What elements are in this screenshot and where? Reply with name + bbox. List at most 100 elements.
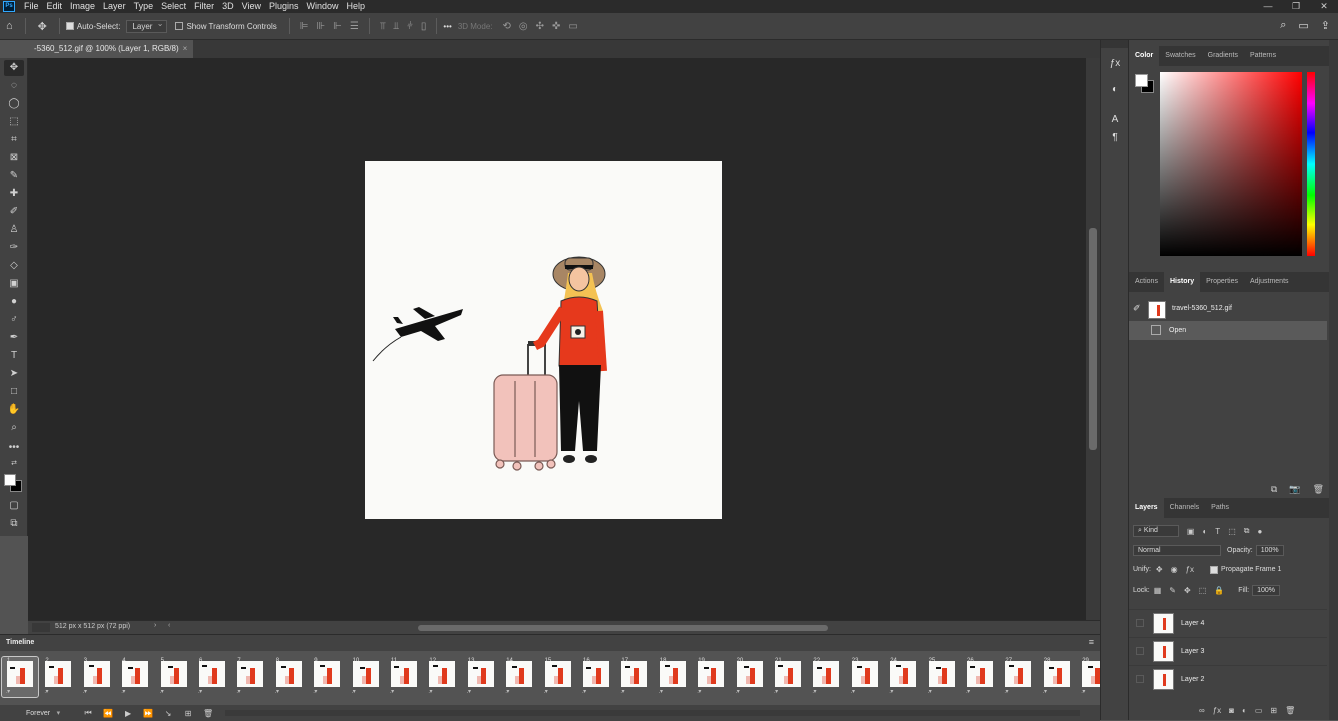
eyedropper-tool-icon[interactable]: ✎: [4, 168, 24, 184]
frame-delay-dropdown[interactable]: .▾: [313, 688, 317, 695]
timeline-frame[interactable]: 26.▾: [962, 657, 998, 697]
new-layer-icon[interactable]: ⊞: [1270, 706, 1277, 715]
frame-delay-dropdown[interactable]: .▾: [582, 688, 586, 695]
3d-slide-icon[interactable]: ✜: [552, 21, 560, 32]
menu-edit[interactable]: Edit: [43, 0, 67, 13]
timeline-frame[interactable]: 14.▾: [501, 657, 537, 697]
timeline-frame[interactable]: 3.▾: [79, 657, 115, 697]
close-tab-icon[interactable]: ×: [183, 44, 188, 53]
timeline-frame[interactable]: 5.▾: [156, 657, 192, 697]
frame-delay-dropdown[interactable]: .▾: [620, 688, 624, 695]
zoom-field[interactable]: [32, 623, 50, 632]
color-swatches[interactable]: [4, 472, 24, 492]
3d-pan-icon[interactable]: ✣: [536, 21, 544, 32]
close-window-button[interactable]: ✕: [1310, 0, 1338, 13]
vertical-scrollbar[interactable]: [1086, 58, 1100, 620]
tab-gradients[interactable]: Gradients: [1202, 46, 1244, 66]
next-frame-icon[interactable]: ⏩: [138, 709, 158, 718]
frame-delay-dropdown[interactable]: .▾: [544, 688, 548, 695]
frame-delay-dropdown[interactable]: .▾: [1043, 688, 1047, 695]
frame-delay-dropdown[interactable]: .▾: [1081, 688, 1085, 695]
fill-field[interactable]: 100%: [1252, 585, 1281, 596]
history-brush-source-icon[interactable]: ✐: [1133, 303, 1141, 314]
history-brush-icon[interactable]: ✑: [4, 240, 24, 256]
play-icon[interactable]: ▶: [118, 709, 138, 718]
tab-swatches[interactable]: Swatches: [1159, 46, 1201, 66]
filter-toggle-icon[interactable]: ●: [1257, 527, 1262, 536]
timeline-frame[interactable]: 9.▾: [309, 657, 345, 697]
timeline-frame[interactable]: 19.▾: [693, 657, 729, 697]
menu-3d[interactable]: 3D: [218, 0, 238, 13]
timeline-frame[interactable]: 12.▾: [424, 657, 460, 697]
layer-row-partial[interactable]: [1129, 602, 1327, 608]
frame-delay-dropdown[interactable]: .▾: [6, 688, 10, 695]
tab-paths[interactable]: Paths: [1205, 498, 1235, 518]
timeline-frame[interactable]: 27.▾: [1000, 657, 1036, 697]
timeline-frame[interactable]: 11.▾: [386, 657, 422, 697]
timeline-frame[interactable]: 2.▾: [40, 657, 76, 697]
frame-delay-dropdown[interactable]: .▾: [83, 688, 87, 695]
timeline-frame[interactable]: 24.▾: [885, 657, 921, 697]
brush-tool-icon[interactable]: ✐: [4, 204, 24, 220]
timeline-frame[interactable]: 8.▾: [271, 657, 307, 697]
timeline-frame[interactable]: 4.▾: [117, 657, 153, 697]
link-layers-icon[interactable]: ∞: [1199, 706, 1205, 715]
first-frame-icon[interactable]: ⏮: [78, 708, 98, 718]
tab-channels[interactable]: Channels: [1164, 498, 1206, 518]
restore-button[interactable]: ❐: [1282, 0, 1310, 13]
filter-pixel-icon[interactable]: ▣: [1187, 527, 1195, 536]
menu-layer[interactable]: Layer: [99, 0, 130, 13]
tab-color[interactable]: Color: [1129, 46, 1160, 66]
more-options-button[interactable]: •••: [443, 22, 451, 31]
timeline-frame[interactable]: 20.▾: [732, 657, 768, 697]
menu-select[interactable]: Select: [157, 0, 190, 13]
3d-scale-icon[interactable]: ▭: [568, 21, 577, 32]
horizontal-scrollbar[interactable]: ‹: [168, 621, 1088, 634]
layer-row[interactable]: Layer 2: [1129, 665, 1327, 693]
hue-slider[interactable]: [1307, 72, 1315, 256]
menu-plugins[interactable]: Plugins: [265, 0, 303, 13]
pen-tool-icon[interactable]: ✒: [4, 330, 24, 346]
timeline-frame[interactable]: 16.▾: [578, 657, 614, 697]
adjustments-icon[interactable]: ◐: [1105, 84, 1125, 95]
frame-delay-dropdown[interactable]: .▾: [352, 688, 356, 695]
unify-position-icon[interactable]: ✥: [1156, 565, 1163, 574]
layer-visibility-icon[interactable]: [1136, 647, 1144, 655]
filter-smart-object-icon[interactable]: ⧉: [1244, 526, 1250, 536]
align-bottom-icon[interactable]: ⫩: [407, 21, 413, 32]
frame-delay-dropdown[interactable]: .▾: [851, 688, 855, 695]
quick-mask-icon[interactable]: ▢: [4, 498, 24, 514]
rectangle-tool-icon[interactable]: □: [4, 384, 24, 400]
home-icon[interactable]: ⌂: [6, 20, 13, 32]
color-foreground-swatch[interactable]: [1135, 74, 1148, 87]
frame-delay-dropdown[interactable]: .▾: [697, 688, 701, 695]
frame-delay-dropdown[interactable]: .▾: [160, 688, 164, 695]
default-colors-icon[interactable]: ⇄: [4, 456, 24, 472]
duplicate-frame-icon[interactable]: ⊞: [178, 709, 198, 718]
layer-visibility-icon[interactable]: [1136, 619, 1144, 627]
distribute-icon[interactable]: ☰: [350, 21, 359, 32]
frame-delay-dropdown[interactable]: .▾: [812, 688, 816, 695]
new-group-icon[interactable]: ▭: [1255, 706, 1263, 715]
tab-adjustments[interactable]: Adjustments: [1244, 272, 1295, 292]
auto-select-checkbox[interactable]: [65, 22, 74, 30]
frame-delay-dropdown[interactable]: .▾: [236, 688, 240, 695]
timeline-frame[interactable]: 6.▾: [194, 657, 230, 697]
previous-frame-icon[interactable]: ⏪: [98, 709, 118, 718]
path-select-tool-icon[interactable]: ➤: [4, 366, 24, 382]
frame-delay-dropdown[interactable]: .▾: [428, 688, 432, 695]
menu-help[interactable]: Help: [343, 0, 370, 13]
stamp-tool-icon[interactable]: ♙: [4, 222, 24, 238]
filter-adjustment-icon[interactable]: ◐: [1202, 527, 1207, 536]
color-field[interactable]: [1160, 72, 1302, 256]
frame-delay-dropdown[interactable]: .▾: [1004, 688, 1008, 695]
blur-tool-icon[interactable]: ●: [4, 294, 24, 310]
opacity-field[interactable]: 100%: [1255, 545, 1284, 556]
tab-actions[interactable]: Actions: [1129, 272, 1164, 292]
adjustment-layer-icon[interactable]: ◐: [1242, 706, 1247, 715]
edit-toolbar-icon[interactable]: •••: [4, 440, 24, 456]
align-middle-icon[interactable]: ⫫: [394, 21, 400, 32]
tab-history[interactable]: History: [1163, 272, 1201, 292]
move-tool-preset-icon[interactable]: ✥: [38, 20, 47, 33]
panel-menu-icon[interactable]: ≡: [1089, 637, 1094, 647]
